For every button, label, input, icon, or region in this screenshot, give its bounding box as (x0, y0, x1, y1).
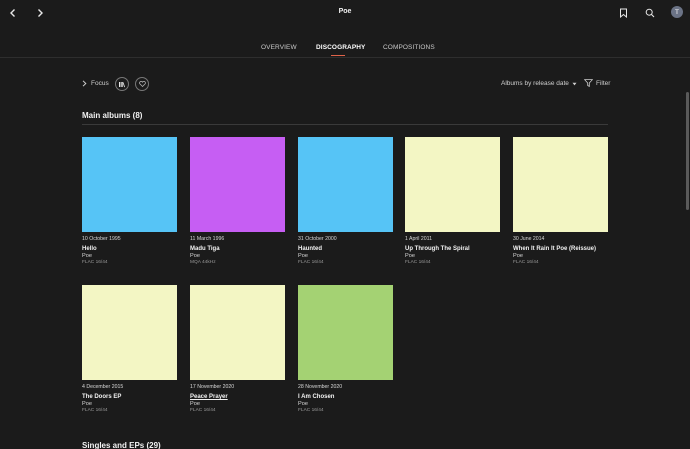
tab-bar: OVERVIEW DISCOGRAPHY COMPOSITIONS (0, 44, 690, 58)
album-release-date: 31 October 2000 (298, 236, 337, 242)
focus-label: Focus (91, 80, 109, 87)
caret-down-icon (572, 82, 577, 85)
filter-label: Filter (596, 79, 611, 87)
album-card[interactable]: 10 October 1995 Hello Poe FLAC 16/44 (82, 137, 177, 265)
sort-dropdown[interactable]: Albums by release date (501, 80, 577, 87)
page-title: Poe (338, 8, 352, 15)
album-artist[interactable]: Poe (82, 253, 177, 259)
album-title[interactable]: When It Rain It Poe (Reissue) (513, 246, 608, 252)
top-bar: Poe T (0, 0, 690, 26)
bookmark-button[interactable] (617, 7, 629, 19)
album-artist[interactable]: Poe (513, 253, 608, 259)
album-artist[interactable]: Poe (82, 401, 177, 407)
scrollbar[interactable] (686, 92, 689, 210)
album-cover[interactable] (190, 137, 285, 232)
album-release-date: 10 October 1995 (82, 236, 121, 242)
album-cover[interactable] (82, 137, 177, 232)
album-quality: FLAC 16/44 (298, 260, 324, 265)
album-card[interactable]: 4 December 2015 The Doors EP Poe FLAC 16… (82, 285, 177, 413)
tab-compositions[interactable]: COMPOSITIONS (383, 44, 435, 51)
album-quality: FLAC 16/44 (82, 260, 108, 265)
focus-toggle[interactable]: Focus (82, 80, 109, 87)
singles-heading: Singles and EPs (29) (82, 441, 161, 449)
hi-res-icon (119, 81, 125, 87)
heart-icon (138, 81, 146, 87)
album-card[interactable]: 11 March 1996 Madu Tiga Poe MQA 44kHz (190, 137, 285, 265)
album-cover[interactable] (82, 285, 177, 380)
album-title[interactable]: Haunted (298, 246, 393, 252)
album-quality: MQA 44kHz (190, 260, 216, 265)
album-release-date: 11 March 1996 (190, 236, 225, 242)
section-divider (82, 124, 608, 125)
album-artist[interactable]: Poe (405, 253, 500, 259)
search-button[interactable] (644, 7, 656, 19)
album-title[interactable]: Up Through The Spiral (405, 246, 500, 252)
hi-res-filter-button[interactable] (115, 77, 129, 91)
album-cover[interactable] (190, 285, 285, 380)
chevron-right-icon (82, 80, 87, 87)
album-release-date: 1 April 2011 (405, 236, 433, 242)
bookmark-icon (619, 8, 627, 18)
divider (0, 57, 690, 58)
album-release-date: 30 June 2014 (513, 236, 545, 242)
album-card[interactable]: 17 November 2020 Peace Prayer Poe FLAC 1… (190, 285, 285, 413)
album-quality: FLAC 16/44 (513, 260, 539, 265)
album-title[interactable]: I Am Chosen (298, 394, 393, 400)
album-artist[interactable]: Poe (298, 253, 393, 259)
album-cover[interactable] (298, 137, 393, 232)
album-release-date: 28 November 2020 (298, 384, 343, 390)
album-title[interactable]: Hello (82, 246, 177, 252)
album-quality: FLAC 16/44 (298, 408, 324, 413)
album-quality: FLAC 16/44 (82, 408, 108, 413)
album-quality: FLAC 16/44 (405, 260, 431, 265)
album-title[interactable]: The Doors EP (82, 394, 177, 400)
sort-label: Albums by release date (501, 80, 569, 87)
tab-discography[interactable]: DISCOGRAPHY (316, 44, 366, 51)
avatar[interactable]: T (671, 6, 683, 18)
album-cover[interactable] (405, 137, 500, 232)
album-title[interactable]: Peace Prayer (190, 394, 285, 400)
album-artist[interactable]: Poe (190, 401, 285, 407)
album-card[interactable]: 31 October 2000 Haunted Poe FLAC 16/44 (298, 137, 393, 265)
album-card[interactable]: 28 November 2020 I Am Chosen Poe FLAC 16… (298, 285, 393, 413)
filter-button[interactable]: Filter (584, 79, 610, 87)
album-artist[interactable]: Poe (298, 401, 393, 407)
filter-icon (584, 79, 593, 87)
main-albums-heading: Main albums (8) (82, 111, 143, 120)
album-quality: FLAC 16/44 (190, 408, 216, 413)
album-cover[interactable] (513, 137, 608, 232)
album-artist[interactable]: Poe (190, 253, 285, 259)
album-card[interactable]: 1 April 2011 Up Through The Spiral Poe F… (405, 137, 500, 265)
active-tab-indicator (331, 55, 345, 56)
filter-row: Focus Albums by release date Filter (82, 77, 610, 93)
favorites-filter-button[interactable] (135, 77, 149, 91)
album-cover[interactable] (298, 285, 393, 380)
album-release-date: 17 November 2020 (190, 384, 235, 390)
album-card[interactable]: 30 June 2014 When It Rain It Poe (Reissu… (513, 137, 608, 265)
album-title[interactable]: Madu Tiga (190, 246, 285, 252)
album-release-date: 4 December 2015 (82, 384, 124, 390)
search-icon (645, 8, 655, 18)
tab-overview[interactable]: OVERVIEW (261, 44, 297, 51)
